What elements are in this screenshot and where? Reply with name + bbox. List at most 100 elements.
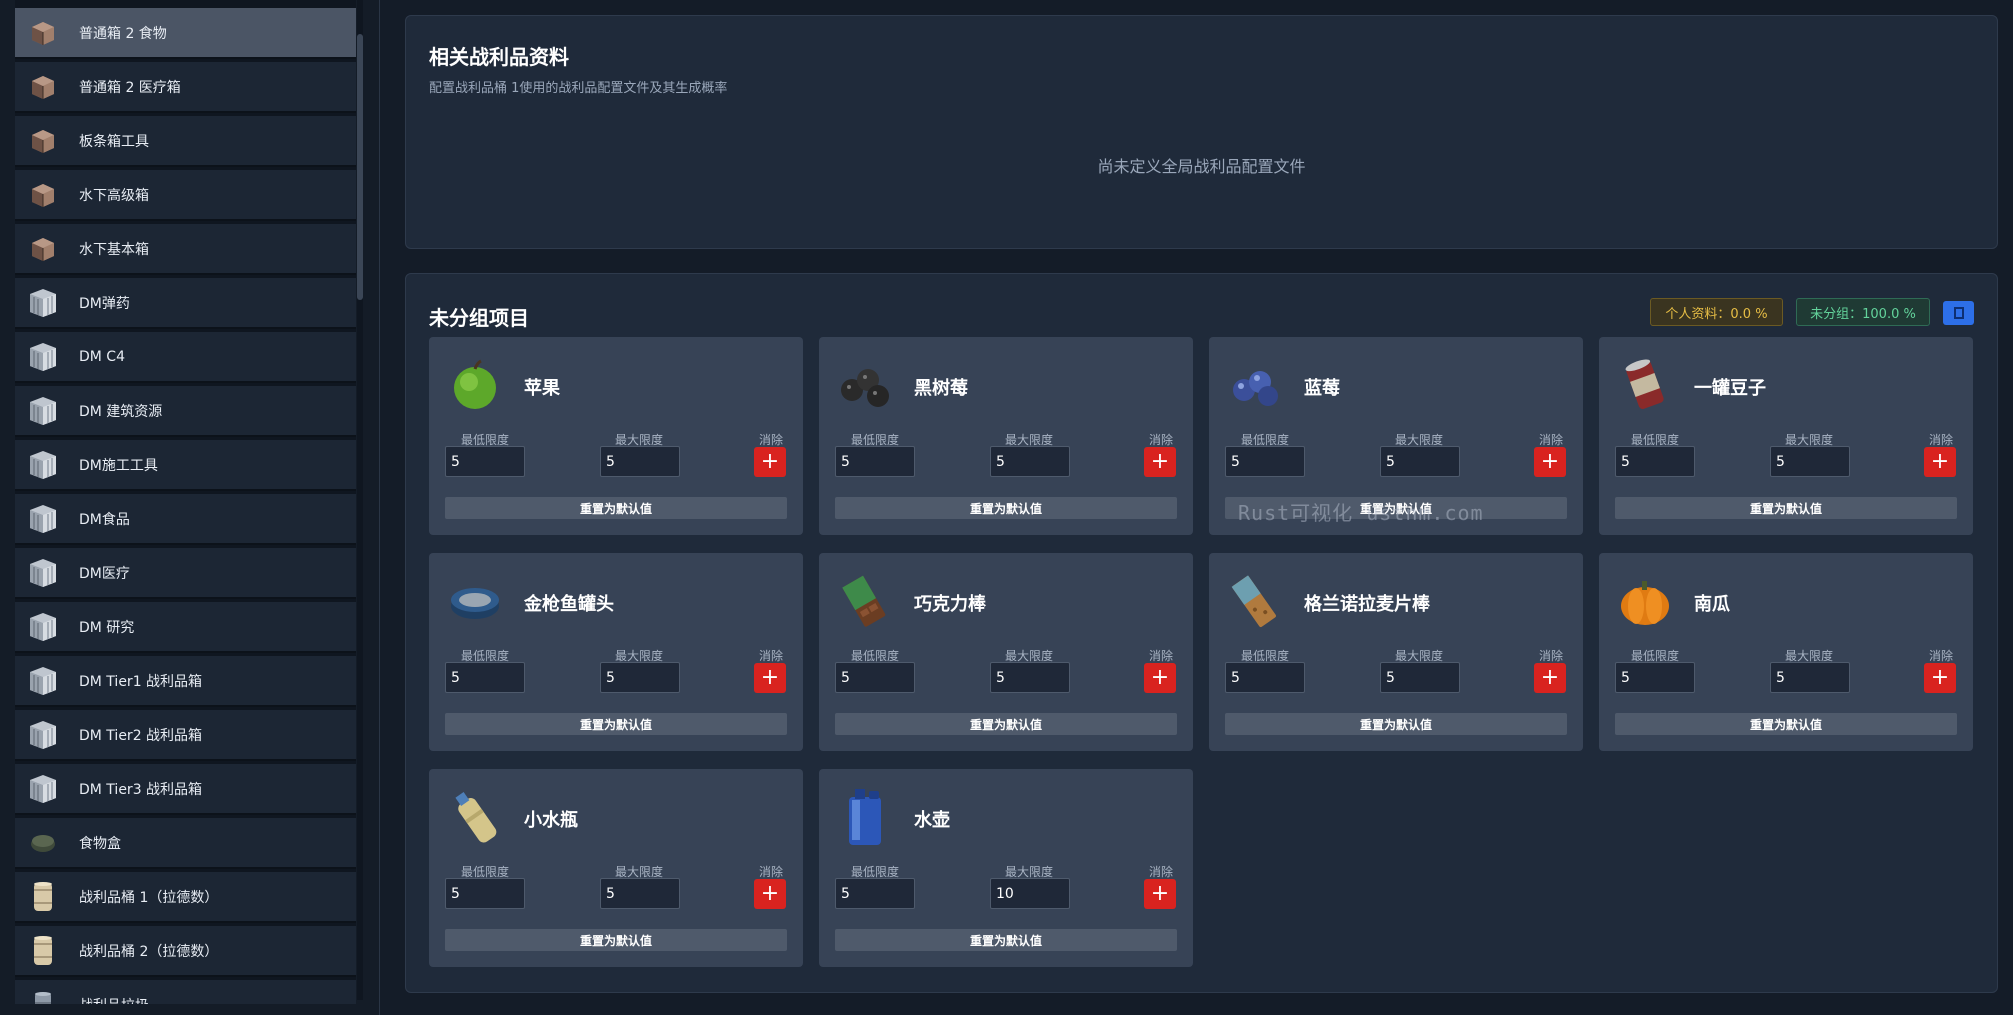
min-amount-input[interactable]	[1225, 662, 1305, 693]
plus-icon: +	[760, 449, 780, 474]
sidebar-item[interactable]: 食物盒	[15, 818, 356, 869]
sidebar-item[interactable]: DM 研究	[15, 602, 356, 653]
delete-item-button[interactable]: +	[1534, 447, 1566, 477]
min-amount-input[interactable]	[1225, 446, 1305, 477]
reset-default-button[interactable]: 重置为默认值	[1615, 497, 1957, 519]
food-box-icon	[25, 825, 61, 861]
loot-profiles-panel: 相关战利品资料 配置战利品桶 1使用的战利品配置文件及其生成概率 尚未定义全局战…	[405, 15, 1998, 249]
supply-crate-icon	[25, 339, 61, 375]
min-amount-input[interactable]	[445, 662, 525, 693]
delete-label: 消除	[1539, 649, 1564, 663]
max-amount-input[interactable]	[600, 662, 680, 693]
reset-default-button[interactable]: 重置为默认值	[1615, 713, 1957, 735]
delete-item-button[interactable]: +	[754, 447, 786, 477]
barrel-icon	[25, 933, 61, 969]
item-card: 水壶最低限度最大限度消除+重置为默认值	[819, 769, 1193, 967]
min-amount-input[interactable]	[835, 878, 915, 909]
supply-crate-icon	[25, 663, 61, 699]
sidebar-scrollbar-thumb[interactable]	[357, 34, 363, 300]
sidebar-item[interactable]: 水下高级箱	[15, 170, 356, 221]
max-amount-input[interactable]	[990, 446, 1070, 477]
min-amount-input[interactable]	[835, 662, 915, 693]
sidebar-item-label: 食物盒	[79, 835, 121, 852]
empty-profiles-message: 尚未定义全局战利品配置文件	[1097, 157, 1306, 176]
sidebar-item[interactable]: DM Tier3 战利品箱	[15, 764, 356, 815]
sidebar-item-label: DM施工工具	[79, 457, 158, 474]
ungrouped-items-title: 未分组项目	[429, 306, 529, 330]
plus-icon: +	[1150, 665, 1170, 690]
max-amount-input[interactable]	[1380, 446, 1460, 477]
supply-crate-icon	[25, 771, 61, 807]
sidebar-item[interactable]: 战利品桶 1（拉德数）	[15, 872, 356, 923]
sidebar-item[interactable]: 战利品垃圾	[15, 980, 356, 1004]
item-card: 蓝莓最低限度最大限度消除+重置为默认值	[1209, 337, 1583, 535]
sidebar-item[interactable]: DM 建筑资源	[15, 386, 356, 437]
plus-icon: +	[1540, 665, 1560, 690]
min-amount-input[interactable]	[835, 446, 915, 477]
reset-default-button[interactable]: 重置为默认值	[445, 929, 787, 951]
sidebar-item-label: 战利品桶 1（拉德数）	[79, 889, 219, 906]
item-name: 南瓜	[1694, 594, 1730, 615]
sidebar-item[interactable]: 板条箱工具	[15, 116, 356, 167]
reset-default-button[interactable]: 重置为默认值	[445, 497, 787, 519]
delete-label: 消除	[1539, 433, 1564, 447]
reset-default-button[interactable]: 重置为默认值	[835, 929, 1177, 951]
item-name: 格兰诺拉麦片棒	[1304, 594, 1430, 615]
sidebar-item[interactable]: 普通箱 2 医疗箱	[15, 62, 356, 113]
min-amount-input[interactable]	[445, 878, 525, 909]
min-amount-input[interactable]	[1615, 446, 1695, 477]
sidebar-item[interactable]: DM Tier1 战利品箱	[15, 656, 356, 707]
reset-default-button[interactable]: 重置为默认值	[1225, 713, 1567, 735]
item-card: 金枪鱼罐头最低限度最大限度消除+重置为默认值	[429, 553, 803, 751]
crate-icon	[25, 15, 61, 51]
sidebar-item-label: DM Tier2 战利品箱	[79, 727, 203, 744]
max-amount-input[interactable]	[600, 878, 680, 909]
sidebar-item-label: 水下基本箱	[79, 241, 149, 258]
reset-default-button[interactable]: 重置为默认值	[835, 713, 1177, 735]
sidebar-item-label: DM Tier3 战利品箱	[79, 781, 203, 798]
item-card: 南瓜最低限度最大限度消除+重置为默认值	[1599, 553, 1973, 751]
sidebar-item[interactable]: DM Tier2 战利品箱	[15, 710, 356, 761]
min-amount-input[interactable]	[445, 446, 525, 477]
ungrouped-badge: 未分组：100.0 %	[1796, 298, 1930, 326]
sidebar-item[interactable]: 水下基本箱	[15, 224, 356, 275]
max-amount-input[interactable]	[600, 446, 680, 477]
plus-icon: +	[760, 665, 780, 690]
delete-item-button[interactable]: +	[1144, 663, 1176, 693]
delete-label: 消除	[1929, 433, 1954, 447]
sidebar-item[interactable]: DM食品	[15, 494, 356, 545]
sidebar-item[interactable]: 战利品桶 2（拉德数）	[15, 926, 356, 977]
delete-label: 消除	[1149, 649, 1174, 663]
reset-default-button[interactable]: 重置为默认值	[445, 713, 787, 735]
loot-profiles-title: 相关战利品资料	[429, 45, 569, 69]
sidebar-item[interactable]: DM C4	[15, 332, 356, 383]
supply-crate-icon	[25, 717, 61, 753]
max-amount-input[interactable]	[1380, 662, 1460, 693]
delete-item-button[interactable]: +	[1924, 663, 1956, 693]
delete-item-button[interactable]: +	[1144, 447, 1176, 477]
sidebar-item[interactable]: 普通箱 2 食物	[15, 8, 356, 59]
sidebar-item-label: DM弹药	[79, 295, 130, 312]
sidebar-item[interactable]: DM弹药	[15, 278, 356, 329]
max-amount-input[interactable]	[1770, 662, 1850, 693]
max-amount-input[interactable]	[990, 662, 1070, 693]
max-amount-input[interactable]	[1770, 446, 1850, 477]
min-amount-input[interactable]	[1615, 662, 1695, 693]
sidebar-item[interactable]: DM医疗	[15, 548, 356, 599]
chocolate-bar-icon	[835, 571, 895, 631]
delete-item-button[interactable]: +	[754, 879, 786, 909]
reset-default-button[interactable]: 重置为默认值	[835, 497, 1177, 519]
delete-item-button[interactable]: +	[1144, 879, 1176, 909]
item-name: 巧克力棒	[914, 594, 986, 615]
sidebar-item-label: 普通箱 2 医疗箱	[79, 79, 181, 96]
max-amount-input[interactable]	[990, 878, 1070, 909]
delete-item-button[interactable]: +	[1924, 447, 1956, 477]
delete-item-button[interactable]: +	[1534, 663, 1566, 693]
item-name: 苹果	[524, 378, 560, 399]
item-name: 一罐豆子	[1694, 378, 1766, 399]
panel-action-button[interactable]	[1943, 301, 1974, 325]
delete-item-button[interactable]: +	[754, 663, 786, 693]
reset-default-button[interactable]: 重置为默认值	[1225, 497, 1567, 519]
sidebar-item[interactable]: DM施工工具	[15, 440, 356, 491]
sidebar-item-label: DM 建筑资源	[79, 403, 163, 420]
